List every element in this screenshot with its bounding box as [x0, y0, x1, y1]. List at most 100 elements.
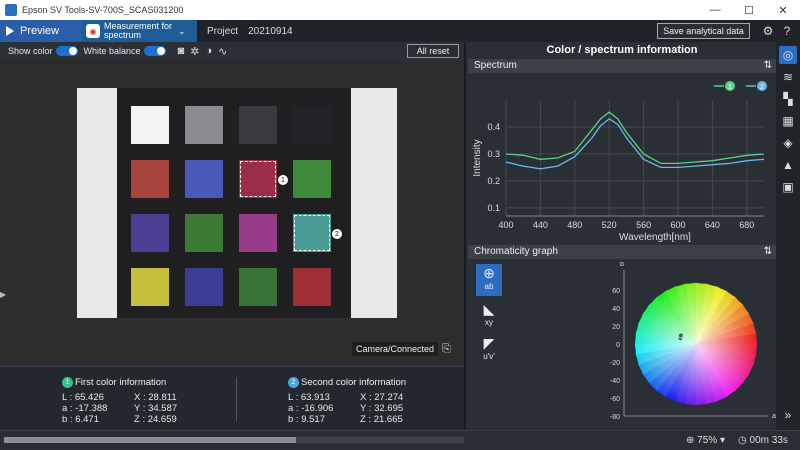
legend-label: 1	[728, 84, 732, 91]
y-tick-label: -40	[610, 378, 620, 385]
marker-number: 1	[278, 175, 288, 185]
marker-2-badge: 2	[288, 377, 299, 388]
y-tick-label: 60	[612, 288, 620, 295]
expand-left-icon[interactable]: ▶	[0, 290, 6, 299]
color-grid-icon[interactable]: ◈	[779, 134, 797, 152]
spectrum-header-label: Spectrum	[474, 60, 517, 71]
color-patch[interactable]	[185, 106, 223, 144]
cube-icon[interactable]: ▣	[779, 178, 797, 196]
first-l-value: L : 65.426	[62, 392, 104, 403]
panel-title: Color / spectrum information	[546, 44, 698, 56]
color-patch[interactable]	[185, 160, 223, 198]
y-tick-label: 0.4	[487, 122, 500, 132]
clock-icon: ◷	[738, 435, 747, 446]
y-tick-label: -20	[610, 360, 620, 367]
maximize-button[interactable]: ☐	[732, 0, 766, 20]
sort-icon[interactable]: ⇅	[764, 59, 772, 73]
color-spectrum-panel: Color / spectrum information Spectrum ⇅ …	[464, 42, 776, 430]
view-options-bar: Show color White balance ◙ ✲ ◑ ∿ All res…	[0, 42, 464, 60]
marker-number: 2	[332, 229, 342, 239]
sort-icon[interactable]: ⇅	[764, 245, 772, 259]
y-tick-label: 40	[612, 306, 620, 313]
minimize-button[interactable]: —	[698, 0, 732, 20]
first-color-title: First color information	[75, 377, 167, 388]
scrollbar-thumb[interactable]	[4, 437, 296, 443]
x-tick-label: 440	[533, 220, 548, 230]
chroma-point-2	[677, 332, 684, 339]
close-button[interactable]: ✕	[766, 0, 800, 20]
x-tick-label: 680	[739, 220, 754, 230]
gradient-icon[interactable]: ▚	[779, 90, 797, 108]
second-color-row-b: b : 9.517 Z : 21.665	[288, 414, 448, 425]
second-b-value: b : 9.517	[288, 414, 325, 425]
color-patch[interactable]	[131, 268, 169, 306]
camera-connection-icon[interactable]: ⎘	[442, 343, 451, 356]
camera-icon[interactable]: ◙	[178, 45, 185, 57]
collapse-panel-icon[interactable]: »	[779, 406, 797, 424]
white-balance-toggle[interactable]	[143, 46, 166, 56]
chromaticity-chart: -80-60-40-200204060-80-60-40-20020406080…	[610, 262, 776, 420]
y-axis-label: b	[620, 262, 624, 268]
shapes-icon[interactable]: ▲	[779, 156, 797, 174]
color-chart: 12	[117, 88, 351, 318]
color-patch[interactable]	[131, 214, 169, 252]
show-color-toggle[interactable]	[55, 46, 78, 56]
legend-label: 2	[760, 84, 764, 91]
contrast-icon[interactable]: ◑	[205, 45, 212, 57]
first-z-value: Z : 24.659	[134, 414, 177, 425]
color-patch[interactable]	[131, 160, 169, 198]
color-patch[interactable]	[239, 214, 277, 252]
second-a-value: a : -16.906	[288, 403, 334, 414]
color-spectrum-tool-icon[interactable]: ◎	[779, 46, 797, 64]
first-a-value: a : -17.388	[62, 403, 108, 414]
color-patch[interactable]	[293, 160, 331, 198]
camera-image-view[interactable]: 12 Camera/Connected ⎘ ▶	[0, 60, 464, 364]
spectrum-wave-icon[interactable]: ≋	[779, 68, 797, 86]
measurement-marker[interactable]	[240, 161, 276, 197]
chromaticity-section-header[interactable]: Chromaticity graph ⇅	[468, 245, 776, 259]
color-patch[interactable]	[185, 268, 223, 306]
color-patch[interactable]	[131, 106, 169, 144]
second-color-row-l: L : 63.913 X : 27.274	[288, 392, 448, 403]
elapsed-timer: ◷ 00m 33s	[738, 435, 788, 446]
settings-icon[interactable]: ✲	[190, 45, 199, 58]
white-center	[634, 282, 758, 406]
info-divider	[236, 377, 237, 421]
preview-button[interactable]: Preview	[0, 20, 82, 42]
gear-icon[interactable]: ⚙	[760, 23, 776, 39]
marker-1-badge: 1	[62, 377, 73, 388]
color-patch[interactable]	[293, 268, 331, 306]
color-patch[interactable]	[293, 106, 331, 144]
window-title: Epson SV Tools-SV-700S_SCAS031200	[22, 5, 184, 15]
spectrum-section-header[interactable]: Spectrum ⇅	[468, 59, 776, 73]
all-reset-button[interactable]: All reset	[407, 44, 459, 58]
second-color-info: 2 Second color information L : 63.913 X :…	[288, 377, 448, 425]
main-toolbar: Preview ◉ Measurement for spectrum ⌄ Pro…	[0, 20, 800, 42]
y-tick-label: 0.2	[487, 176, 500, 186]
color-patch[interactable]	[185, 214, 223, 252]
color-patch[interactable]	[239, 106, 277, 144]
color-patch[interactable]	[239, 268, 277, 306]
second-z-value: Z : 21.665	[360, 414, 403, 425]
spectrum-graph-icon[interactable]: ∿	[218, 45, 227, 58]
measurement-marker[interactable]	[294, 215, 330, 251]
horizontal-scrollbar[interactable]	[4, 437, 464, 443]
second-color-row-a: a : -16.906 Y : 32.695	[288, 403, 448, 414]
histogram-icon[interactable]: ▦	[779, 112, 797, 130]
zoom-control[interactable]: ⊕ 75% ▾	[686, 435, 725, 446]
spectrum-mode-icon: ◉	[86, 24, 100, 38]
save-analytical-data-button[interactable]: Save analytical data	[657, 23, 750, 39]
x-tick-label: 600	[670, 220, 685, 230]
first-color-title-row: 1 First color information	[62, 377, 222, 388]
series-1-line	[505, 111, 765, 165]
measurement-mode-dropdown[interactable]: ◉ Measurement for spectrum ⌄	[82, 20, 197, 42]
chromaticity-header-label: Chromaticity graph	[474, 246, 558, 257]
app-logo-icon	[5, 4, 17, 16]
chromaticity-area: ⊕ ab ◣ xy ◤ u'v' -80-60-40-200204060-80-…	[468, 262, 776, 430]
zoom-caret: ▾	[719, 435, 725, 446]
preview-label: Preview	[20, 25, 60, 37]
show-color-label: Show color	[8, 46, 53, 56]
y-tick-label: 0	[616, 342, 620, 349]
x-tick-label: 400	[498, 220, 513, 230]
help-icon[interactable]: ?	[779, 23, 795, 39]
